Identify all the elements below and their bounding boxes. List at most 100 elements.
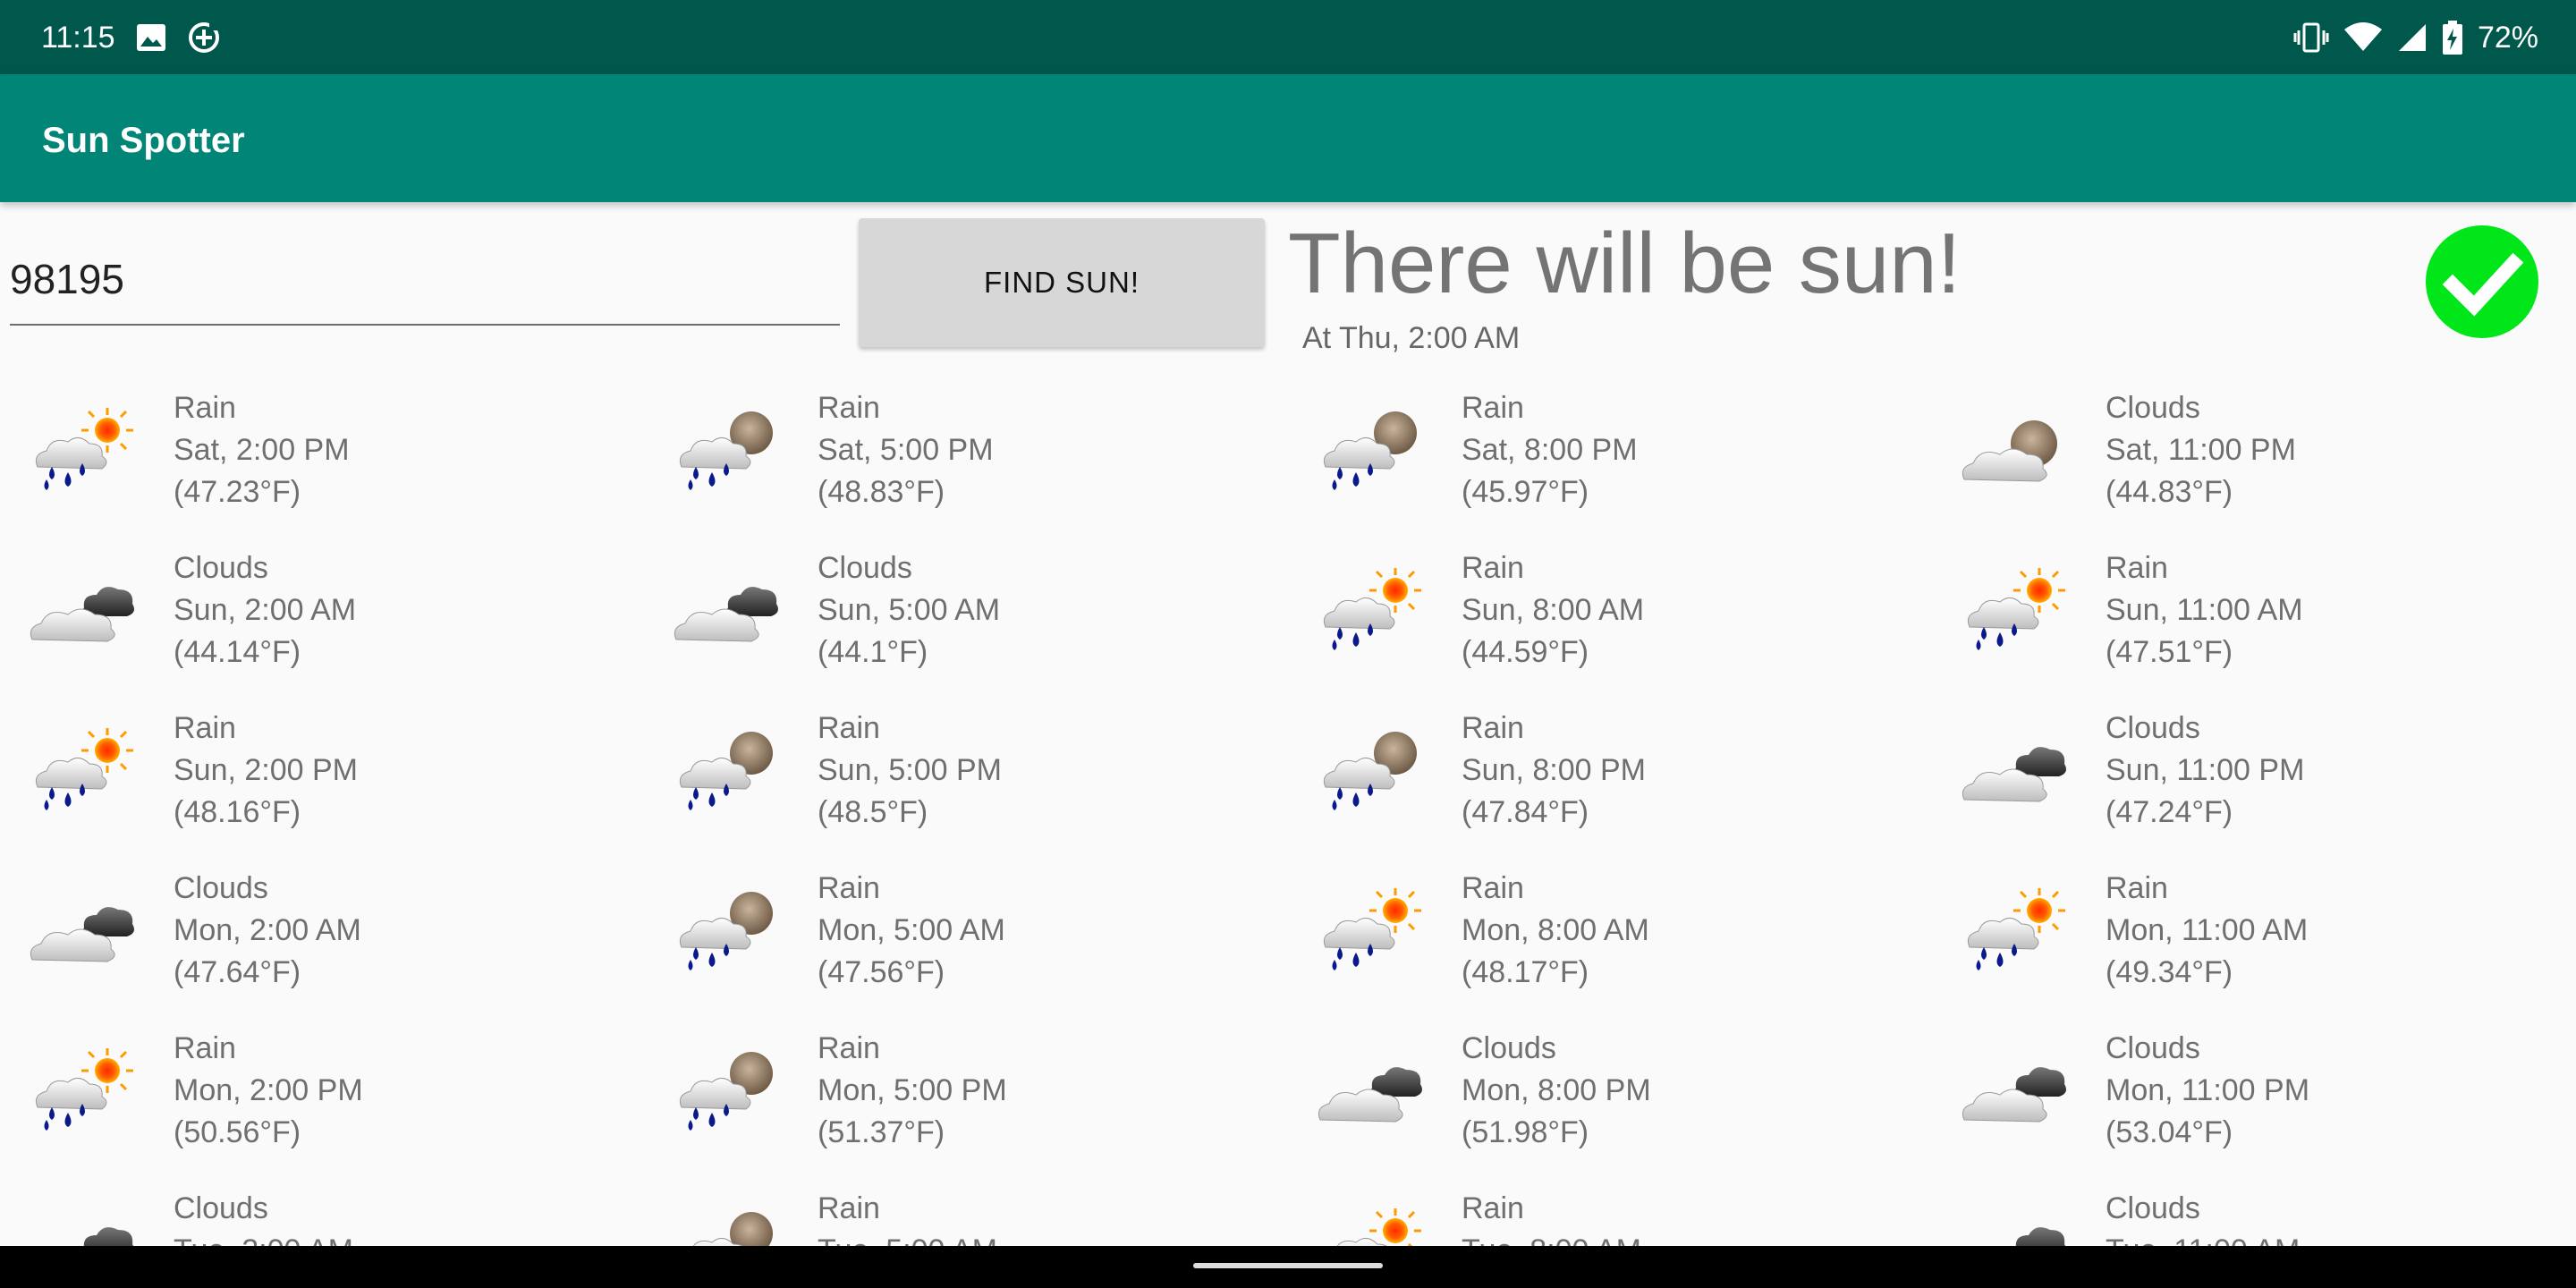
forecast-item[interactable]: Rain Tue, 8:00 AM <box>1288 1185 1932 1246</box>
forecast-text: Rain Tue, 8:00 AM <box>1462 1188 1641 1246</box>
forecast-temp: (44.14°F) <box>174 635 301 669</box>
forecast-text: Rain Mon, 8:00 AM (48.17°F) <box>1462 868 1649 994</box>
forecast-condition: Rain <box>818 871 880 905</box>
forecast-temp: (47.51°F) <box>2106 635 2233 669</box>
forecast-temp: (47.64°F) <box>174 955 301 989</box>
forecast-time: Tue, 5:00 AM <box>818 1230 997 1246</box>
forecast-temp: (44.1°F) <box>818 635 928 669</box>
rain-sun-icon <box>25 1048 138 1138</box>
forecast-condition: Rain <box>1462 391 1524 425</box>
forecast-item[interactable]: Rain Sat, 2:00 PM (47.23°F) <box>0 385 644 545</box>
forecast-temp: (45.97°F) <box>1462 475 1589 509</box>
forecast-condition: Rain <box>2106 871 2168 905</box>
rain-moon-icon <box>669 1208 782 1246</box>
forecast-time: Mon, 2:00 AM <box>174 913 361 947</box>
forecast-condition: Rain <box>2106 551 2168 585</box>
forecast-item[interactable]: Clouds Sun, 2:00 AM (44.14°F) <box>0 545 644 705</box>
forecast-time: Sun, 8:00 AM <box>1462 593 1645 627</box>
forecast-text: Clouds Sat, 11:00 PM (44.83°F) <box>2106 387 2296 513</box>
forecast-text: Clouds Mon, 2:00 AM (47.64°F) <box>174 868 361 994</box>
clouds-icon <box>25 888 138 978</box>
forecast-text: Rain Mon, 2:00 PM (50.56°F) <box>174 1028 363 1154</box>
forecast-text: Rain Mon, 11:00 AM (49.34°F) <box>2106 868 2308 994</box>
forecast-item[interactable]: Rain Sun, 11:00 AM (47.51°F) <box>1932 545 2576 705</box>
forecast-condition: Clouds <box>2106 711 2200 745</box>
forecast-time: Mon, 11:00 AM <box>2106 913 2309 947</box>
forecast-item[interactable]: Rain Mon, 5:00 PM (51.37°F) <box>644 1025 1288 1185</box>
forecast-item[interactable]: Clouds Sat, 11:00 PM (44.83°F) <box>1932 385 2576 545</box>
result-subtext: At Thu, 2:00 AM <box>1302 321 1521 355</box>
forecast-item[interactable]: Clouds Sun, 5:00 AM (44.1°F) <box>644 545 1288 705</box>
forecast-item[interactable]: Rain Sun, 2:00 PM (48.16°F) <box>0 705 644 865</box>
forecast-text: Rain Sun, 5:00 PM (48.5°F) <box>818 708 1002 834</box>
forecast-condition: Clouds <box>174 1191 268 1225</box>
forecast-item[interactable]: Rain Mon, 2:00 PM (50.56°F) <box>0 1025 644 1185</box>
forecast-item[interactable]: Clouds Mon, 11:00 PM (53.04°F) <box>1932 1025 2576 1185</box>
forecast-condition: Rain <box>174 1031 236 1065</box>
clouds-icon <box>25 568 138 657</box>
forecast-item[interactable]: Rain Sun, 5:00 PM (48.5°F) <box>644 705 1288 865</box>
rain-sun-icon <box>1957 888 2070 978</box>
zip-input[interactable] <box>10 234 840 326</box>
image-icon <box>137 24 165 51</box>
forecast-item[interactable]: Rain Mon, 11:00 AM (49.34°F) <box>1932 865 2576 1025</box>
rain-moon-icon <box>1313 408 1426 497</box>
result-headline: There will be sun! <box>1288 216 1962 311</box>
forecast-item[interactable]: Rain Tue, 5:00 AM <box>644 1185 1288 1246</box>
rain-sun-icon <box>25 728 138 818</box>
forecast-condition: Rain <box>818 711 880 745</box>
forecast-condition: Rain <box>1462 711 1524 745</box>
clouds-icon <box>1957 728 2070 818</box>
forecast-time: Sun, 8:00 PM <box>1462 753 1647 787</box>
status-left-icons <box>136 18 222 57</box>
check-circle-icon <box>2426 225 2538 338</box>
forecast-item[interactable]: Clouds Sun, 11:00 PM (47.24°F) <box>1932 705 2576 865</box>
forecast-condition: Rain <box>174 391 236 425</box>
forecast-time: Sat, 5:00 PM <box>818 433 994 467</box>
forecast-text: Rain Sat, 5:00 PM (48.83°F) <box>818 387 994 513</box>
forecast-item[interactable]: Clouds Tue, 11:00 AM <box>1932 1185 2576 1246</box>
app-title: Sun Spotter <box>42 121 245 160</box>
clouds-icon <box>1313 1048 1426 1138</box>
forecast-temp: (47.84°F) <box>1462 795 1589 829</box>
forecast-temp: (48.83°F) <box>818 475 945 509</box>
forecast-item[interactable]: Rain Sun, 8:00 AM (44.59°F) <box>1288 545 1932 705</box>
forecast-temp: (48.17°F) <box>1462 955 1589 989</box>
find-sun-button[interactable]: FIND SUN! <box>859 218 1265 347</box>
rain-moon-icon <box>669 408 782 497</box>
rain-moon-icon <box>669 888 782 978</box>
forecast-item[interactable]: Rain Mon, 8:00 AM (48.17°F) <box>1288 865 1932 1025</box>
forecast-condition: Rain <box>1462 871 1524 905</box>
forecast-condition: Rain <box>818 1031 880 1065</box>
status-right-icons: 72% <box>2293 18 2538 57</box>
forecast-time: Sat, 11:00 PM <box>2106 433 2296 467</box>
clouds-icon <box>25 1208 138 1246</box>
forecast-item[interactable]: Rain Sat, 8:00 PM (45.97°F) <box>1288 385 1932 545</box>
forecast-condition: Rain <box>1462 551 1524 585</box>
forecast-condition: Clouds <box>174 551 268 585</box>
forecast-temp: (50.56°F) <box>174 1115 301 1149</box>
battery-charging-icon <box>2442 21 2462 55</box>
wifi-icon <box>2343 22 2382 51</box>
status-time: 11:15 <box>41 21 115 55</box>
forecast-condition: Clouds <box>174 871 268 905</box>
rain-moon-icon <box>669 728 782 818</box>
forecast-item[interactable]: Rain Mon, 5:00 AM (47.56°F) <box>644 865 1288 1025</box>
forecast-time: Mon, 5:00 AM <box>818 913 1005 947</box>
forecast-item[interactable]: Clouds Tue, 2:00 AM <box>0 1185 644 1246</box>
forecast-condition: Clouds <box>2106 391 2200 425</box>
vibrate-icon <box>2293 22 2329 53</box>
home-gesture-handle[interactable] <box>1193 1263 1383 1268</box>
forecast-temp: (53.04°F) <box>2106 1115 2233 1149</box>
forecast-item[interactable]: Clouds Mon, 8:00 PM (51.98°F) <box>1288 1025 1932 1185</box>
forecast-grid[interactable]: Rain Sat, 2:00 PM (47.23°F) Rain Sat, 5:00 P… <box>0 385 2576 1246</box>
forecast-item[interactable]: Rain Sat, 5:00 PM (48.83°F) <box>644 385 1288 545</box>
forecast-text: Rain Sat, 8:00 PM (45.97°F) <box>1462 387 1638 513</box>
forecast-temp: (51.98°F) <box>1462 1115 1589 1149</box>
forecast-item[interactable]: Rain Sun, 8:00 PM (47.84°F) <box>1288 705 1932 865</box>
forecast-item[interactable]: Clouds Mon, 2:00 AM (47.64°F) <box>0 865 644 1025</box>
forecast-temp: (47.56°F) <box>818 955 945 989</box>
forecast-time: Mon, 8:00 AM <box>1462 913 1649 947</box>
forecast-time: Sat, 2:00 PM <box>174 433 350 467</box>
forecast-text: Clouds Tue, 11:00 AM <box>2106 1188 2300 1246</box>
